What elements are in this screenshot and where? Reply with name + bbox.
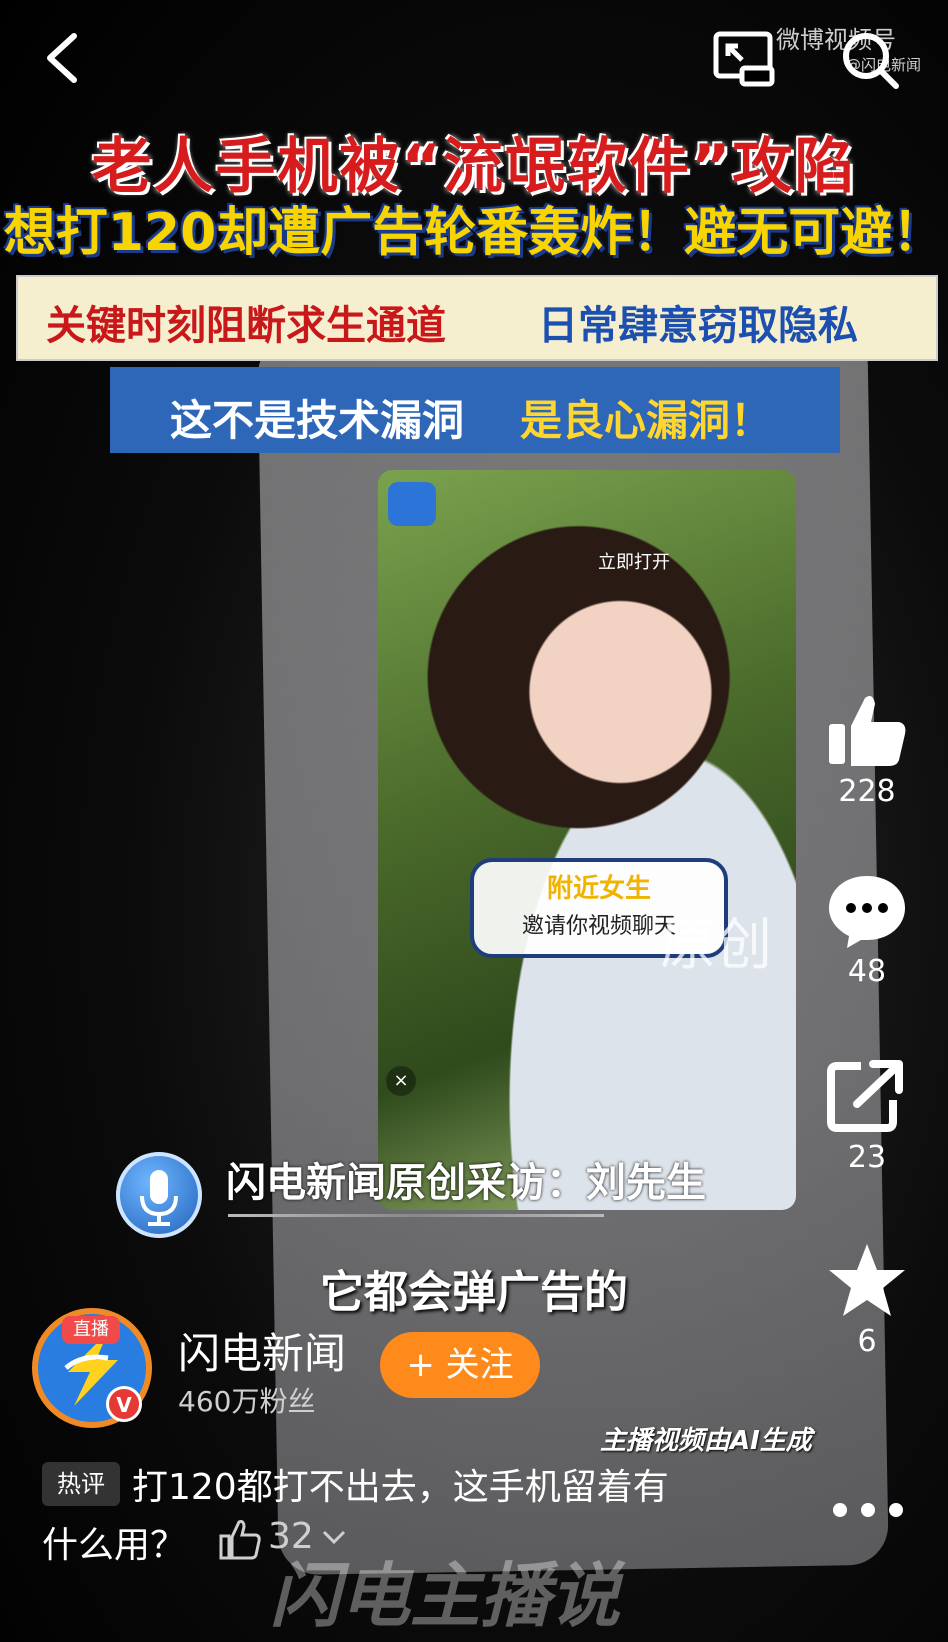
expand-comments-button[interactable] <box>320 1526 348 1550</box>
comment-bubble-icon <box>829 876 905 948</box>
comment-like-button[interactable] <box>218 1518 262 1562</box>
chevron-down-icon <box>322 1530 346 1545</box>
popup-open-label: 立即打开 <box>598 552 670 573</box>
verified-icon: V <box>106 1386 142 1422</box>
thumbs-up-outline-icon <box>219 1520 261 1560</box>
more-options-button[interactable] <box>828 1496 908 1524</box>
search-button[interactable] <box>838 28 902 92</box>
ai-generated-notice: 主播视频由AI生成 <box>600 1426 812 1456</box>
thumbs-up-icon <box>829 696 906 766</box>
share-button[interactable]: 23 <box>822 1056 912 1175</box>
more-dots-icon <box>833 1503 903 1517</box>
original-watermark: 原创 <box>660 913 772 978</box>
popup-close-icon: × <box>386 1066 416 1096</box>
video-ad-popup: 立即打开 × <box>378 470 796 1210</box>
headline-line2: 想打120却遭广告轮番轰炸！避无可避！ <box>3 203 945 263</box>
hot-comment-text-line1[interactable]: 打120都打不出去，这手机留着有 <box>132 1458 669 1510</box>
picture-in-picture-icon <box>713 31 775 87</box>
account-name[interactable]: 闪电新闻 <box>178 1320 346 1381</box>
headline-line4-b: 是良心漏洞！ <box>520 396 773 445</box>
hot-comment-tag: 热评 <box>42 1462 120 1506</box>
search-icon <box>843 33 899 89</box>
headline-line4-a: 这不是技术漏洞 <box>170 396 465 445</box>
comment-count: 48 <box>847 954 887 989</box>
microphone-icon <box>116 1152 202 1238</box>
headline-line3-b: 日常肆意窃取隐私 <box>538 303 858 349</box>
mini-window-button[interactable] <box>712 30 780 88</box>
headline-banner-4: 这不是技术漏洞 是良心漏洞！ <box>110 367 840 453</box>
follow-button[interactable]: + 关注 <box>380 1332 540 1398</box>
like-count: 228 <box>838 774 896 809</box>
favorite-count: 6 <box>857 1324 877 1359</box>
headline-banner-3: 关键时刻阻断求生通道 日常肆意窃取隐私 <box>16 275 938 361</box>
share-icon <box>827 1060 903 1132</box>
fans-count: 460万粉丝 <box>178 1385 316 1418</box>
comment-button[interactable]: 48 <box>822 870 912 989</box>
live-badge: 直播 <box>62 1316 120 1344</box>
back-arrow-icon <box>47 33 77 83</box>
like-button[interactable]: 228 <box>822 690 912 809</box>
back-button[interactable] <box>40 30 90 86</box>
video-subtitle: 它都会弹广告的 <box>320 1267 628 1318</box>
headline-line3-a: 关键时刻阻断求生通道 <box>46 303 446 349</box>
interview-caption: 闪电新闻原创采访：刘先生 <box>226 1160 706 1206</box>
app-store-icon <box>388 482 436 526</box>
comment-like-count: 32 <box>268 1516 314 1557</box>
caption-underline <box>228 1214 604 1217</box>
hot-comment-text-line2[interactable]: 什么用？ <box>42 1516 186 1568</box>
program-watermark: 闪电主播说 <box>270 1555 620 1637</box>
share-count: 23 <box>847 1140 887 1175</box>
